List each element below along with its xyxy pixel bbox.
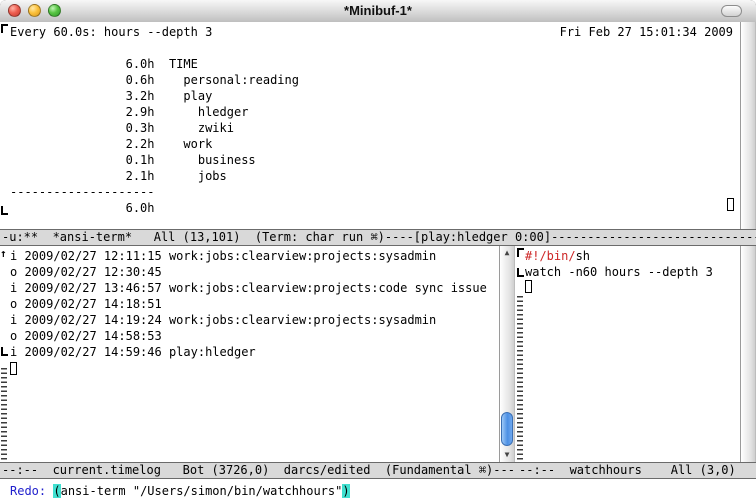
script-command-line: watch -n60 hours --depth 3	[525, 264, 713, 280]
modeline-script[interactable]: --:-- watchhours All (3,0)	[517, 462, 756, 479]
scrollbar-thumb[interactable]	[501, 412, 513, 446]
watch-timestamp: Fri Feb 27 15:01:34 2009	[560, 24, 733, 40]
script-window[interactable]: #!/bin/sh watch -n60 hours --depth 3	[515, 246, 740, 462]
script-cursor	[525, 280, 532, 293]
close-paren-highlight: )	[342, 484, 349, 498]
right-scrollbar[interactable]	[740, 22, 756, 479]
titlebar[interactable]: *Minibuf-1*	[0, 0, 756, 23]
watch-header: Every 60.0s: hours --depth 3	[10, 24, 212, 40]
empty-lines-indicator	[517, 296, 523, 460]
timelog-cursor	[10, 362, 17, 375]
open-paren-highlight: (	[53, 484, 60, 498]
minibuffer[interactable]: Redo: (ansi-term "/Users/simon/bin/watch…	[0, 479, 756, 502]
modeline-timelog[interactable]: --:-- current.timelog Bot (3726,0) darcs…	[0, 462, 517, 479]
emacs-frame: *Minibuf-1* Every 60.0s: hours --depth 3…	[0, 0, 756, 502]
minibuffer-prompt: Redo:	[10, 484, 53, 498]
timelog-scrollbar[interactable]: ▲ ▼	[499, 246, 515, 462]
window-title: *Minibuf-1*	[0, 3, 756, 18]
buffer-end-indicator-icon	[517, 268, 524, 277]
scroll-down-arrow-icon[interactable]: ▼	[500, 450, 514, 460]
shebang-interpreter: sh	[576, 249, 590, 263]
buffer-top-indicator-icon	[1, 24, 8, 33]
frame-content: Every 60.0s: hours --depth 3 Fri Feb 27 …	[0, 22, 756, 502]
empty-lines-indicator	[1, 368, 7, 460]
modeline-ansi-term[interactable]: -u:** *ansi-term* All (13,101) (Term: ch…	[0, 229, 756, 246]
buffer-end-indicator-icon	[1, 206, 8, 215]
buffer-end-indicator-icon	[1, 347, 8, 356]
ansi-term-window[interactable]: Every 60.0s: hours --depth 3 Fri Feb 27 …	[0, 22, 740, 229]
hours-report: 6.0h TIME 0.6h personal:reading 3.2h pla…	[10, 40, 299, 216]
timelog-entries: i 2009/02/27 12:11:15 work:jobs:clearvie…	[10, 248, 487, 360]
term-cursor	[727, 198, 734, 211]
shebang-comment: #!/bin/	[525, 249, 576, 263]
minibuffer-line: Redo: (ansi-term "/Users/simon/bin/watch…	[10, 483, 350, 499]
toolbar-toggle-button[interactable]	[721, 5, 742, 17]
buffer-top-indicator-icon	[517, 248, 524, 257]
buffer-continues-up-icon: ↑	[0, 248, 7, 259]
minibuffer-command: ansi-term "/Users/simon/bin/watchhours"	[61, 484, 343, 498]
scroll-up-arrow-icon[interactable]: ▲	[500, 248, 514, 258]
script-shebang-line: #!/bin/sh	[525, 248, 590, 264]
timelog-window[interactable]: ↑ i 2009/02/27 12:11:15 work:jobs:clearv…	[0, 246, 499, 462]
